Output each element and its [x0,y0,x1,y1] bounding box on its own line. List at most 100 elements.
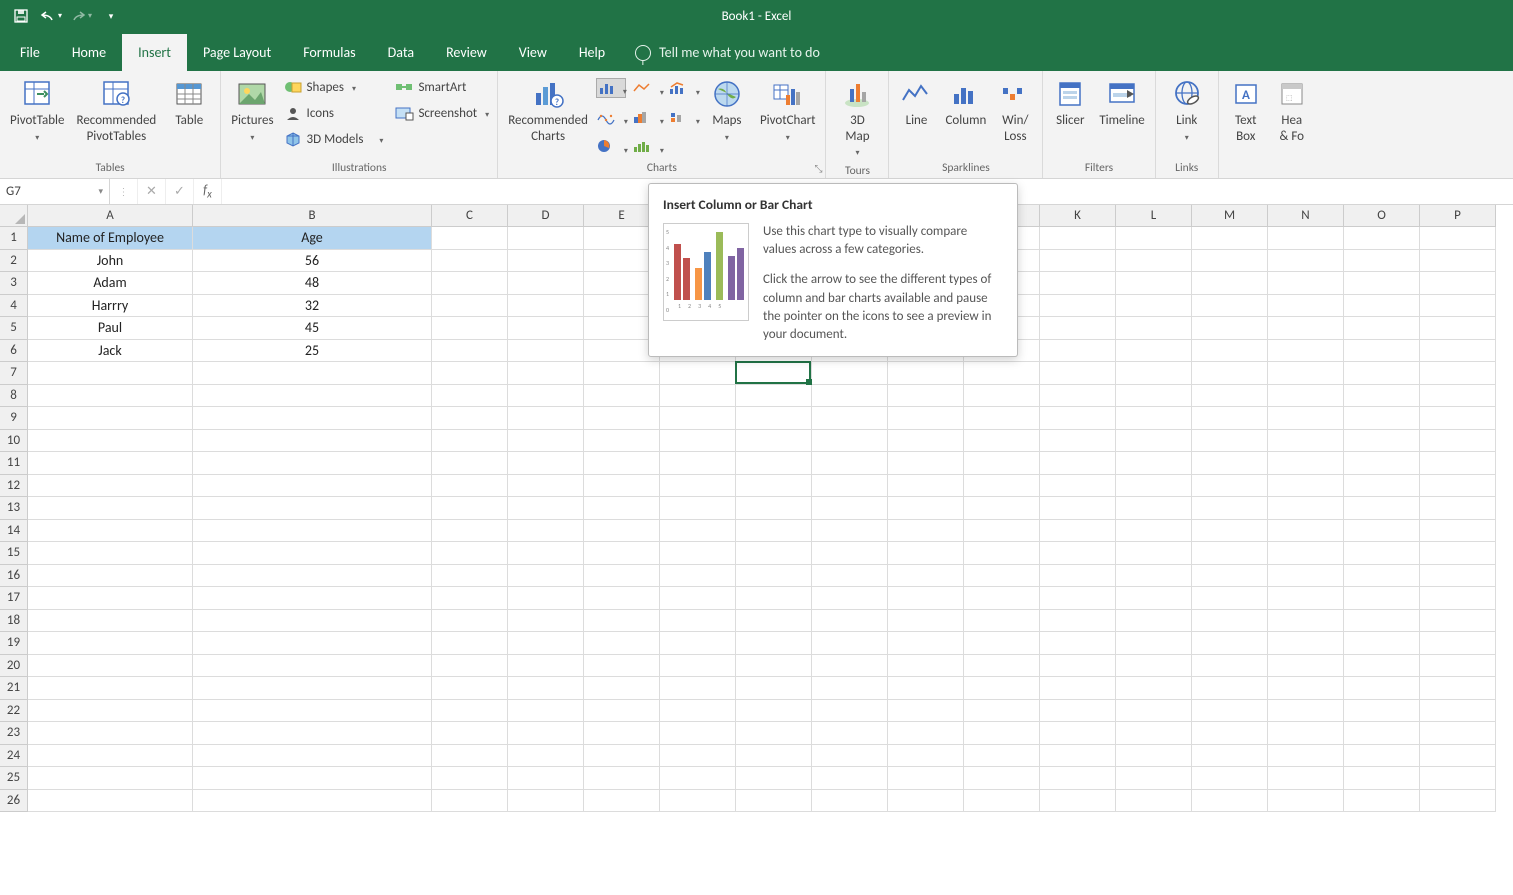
cell-I7[interactable] [888,362,964,385]
shapes-button[interactable]: Shapes [282,77,386,97]
cell-M23[interactable] [1192,722,1268,745]
cell-G9[interactable] [736,407,812,430]
cell-B5[interactable]: 45 [193,317,432,340]
cell-J24[interactable] [964,745,1040,768]
cell-B20[interactable] [193,655,432,678]
col-header-D[interactable]: D [508,205,584,227]
cell-F24[interactable] [660,745,736,768]
cell-C5[interactable] [432,317,508,340]
cell-O5[interactable] [1344,317,1420,340]
cell-N13[interactable] [1268,497,1344,520]
col-header-B[interactable]: B [193,205,432,227]
cell-O12[interactable] [1344,475,1420,498]
cell-L21[interactable] [1116,677,1192,700]
cell-M9[interactable] [1192,407,1268,430]
row-header-21[interactable]: 21 [0,677,28,700]
cell-L4[interactable] [1116,295,1192,318]
row-header-1[interactable]: 1 [0,227,28,250]
cell-B11[interactable] [193,452,432,475]
cell-K26[interactable] [1040,790,1116,813]
row-header-7[interactable]: 7 [0,362,28,385]
cell-B13[interactable] [193,497,432,520]
row-header-10[interactable]: 10 [0,430,28,453]
qat-customize[interactable]: ▾ [98,3,124,29]
recommended-pivottables-button[interactable]: ? Recommended PivotTables [73,75,161,146]
row-header-3[interactable]: 3 [0,272,28,295]
cell-I11[interactable] [888,452,964,475]
cell-M5[interactable] [1192,317,1268,340]
timeline-button[interactable]: Timeline [1095,75,1148,131]
cell-G10[interactable] [736,430,812,453]
tab-view[interactable]: View [503,34,563,71]
undo-button[interactable] [38,3,64,29]
cell-N22[interactable] [1268,700,1344,723]
cell-L22[interactable] [1116,700,1192,723]
cell-G13[interactable] [736,497,812,520]
cell-N6[interactable] [1268,340,1344,363]
cell-I17[interactable] [888,587,964,610]
cell-F26[interactable] [660,790,736,813]
name-box[interactable]: G7 [0,179,110,204]
cell-C3[interactable] [432,272,508,295]
cell-H25[interactable] [812,767,888,790]
cell-G8[interactable] [736,385,812,408]
cell-F10[interactable] [660,430,736,453]
cell-M2[interactable] [1192,250,1268,273]
surface-chart-button[interactable]: ▾ [632,136,662,156]
cell-E16[interactable] [584,565,660,588]
fx-button[interactable]: fx [194,179,222,204]
cell-N18[interactable] [1268,610,1344,633]
row-header-24[interactable]: 24 [0,745,28,768]
row-header-25[interactable]: 25 [0,767,28,790]
cell-M6[interactable] [1192,340,1268,363]
cell-O11[interactable] [1344,452,1420,475]
cell-M20[interactable] [1192,655,1268,678]
cell-N10[interactable] [1268,430,1344,453]
cell-B3[interactable]: 48 [193,272,432,295]
slicer-button[interactable]: Slicer [1049,75,1091,131]
cell-D20[interactable] [508,655,584,678]
cell-M15[interactable] [1192,542,1268,565]
cell-C20[interactable] [432,655,508,678]
fx-dropdown[interactable]: ⋮ [110,179,138,204]
cell-A26[interactable] [28,790,193,813]
cell-L6[interactable] [1116,340,1192,363]
cell-A21[interactable] [28,677,193,700]
header-footer-button[interactable]: ⬚ Hea & Fo [1271,75,1313,146]
cell-J13[interactable] [964,497,1040,520]
cell-O24[interactable] [1344,745,1420,768]
cell-E24[interactable] [584,745,660,768]
cell-M19[interactable] [1192,632,1268,655]
cell-P14[interactable] [1420,520,1496,543]
cell-E21[interactable] [584,677,660,700]
cell-C12[interactable] [432,475,508,498]
cell-A22[interactable] [28,700,193,723]
cell-G25[interactable] [736,767,812,790]
row-header-12[interactable]: 12 [0,475,28,498]
cell-G22[interactable] [736,700,812,723]
cell-P9[interactable] [1420,407,1496,430]
cell-N4[interactable] [1268,295,1344,318]
row-header-23[interactable]: 23 [0,722,28,745]
cell-G14[interactable] [736,520,812,543]
cell-E26[interactable] [584,790,660,813]
scatter-chart-button[interactable]: ▾ [596,107,626,127]
cell-A6[interactable]: Jack [28,340,193,363]
cell-F17[interactable] [660,587,736,610]
cell-B24[interactable] [193,745,432,768]
cell-I14[interactable] [888,520,964,543]
cell-P8[interactable] [1420,385,1496,408]
cell-L25[interactable] [1116,767,1192,790]
tab-home[interactable]: Home [56,34,122,71]
cell-H24[interactable] [812,745,888,768]
cell-N19[interactable] [1268,632,1344,655]
row-header-16[interactable]: 16 [0,565,28,588]
cell-L23[interactable] [1116,722,1192,745]
cell-I19[interactable] [888,632,964,655]
cell-P20[interactable] [1420,655,1496,678]
maps-button[interactable]: Maps [702,75,752,146]
redo-button[interactable] [68,3,94,29]
cell-N24[interactable] [1268,745,1344,768]
cell-N1[interactable] [1268,227,1344,250]
row-header-17[interactable]: 17 [0,587,28,610]
